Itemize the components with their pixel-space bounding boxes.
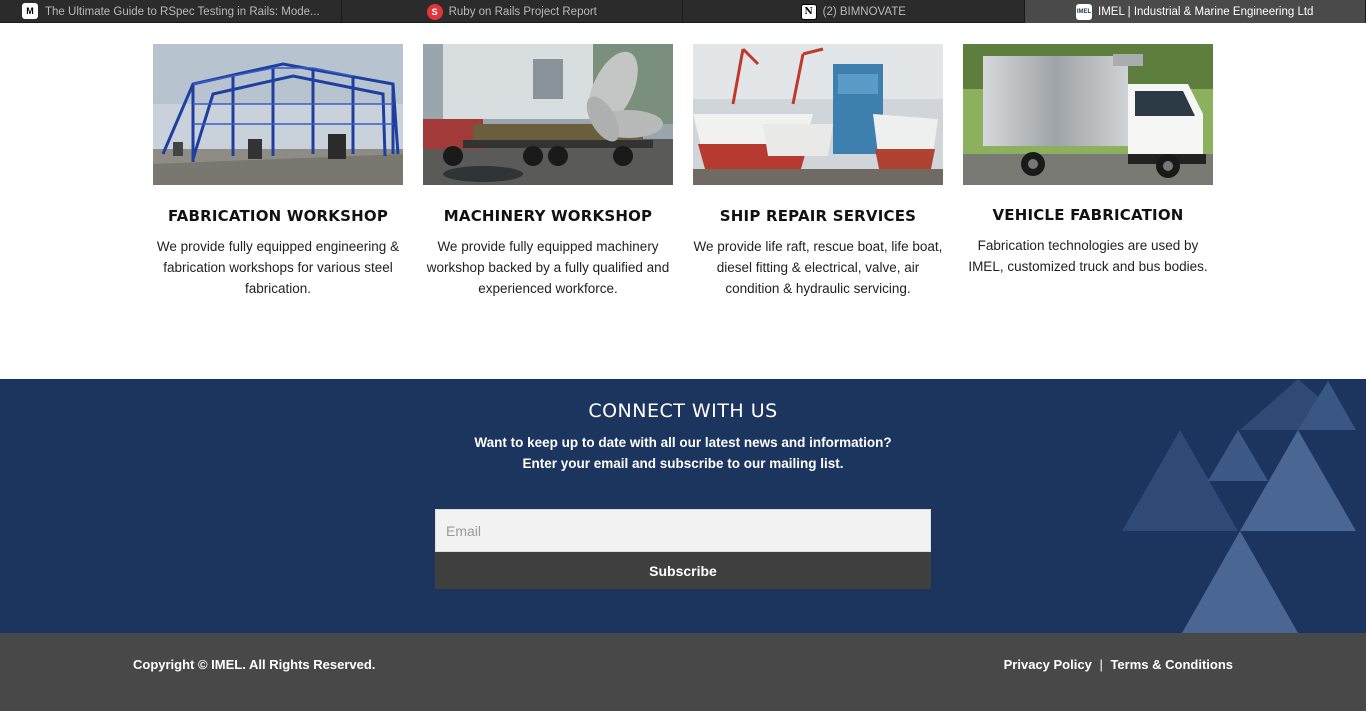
tab-label: IMEL | Industrial & Marine Engineering L…	[1098, 5, 1314, 18]
newsletter-section: CONNECT WITH US Want to keep up to date …	[0, 379, 1366, 633]
description-line: Want to keep up to date with all our lat…	[474, 435, 892, 450]
footer-links: Privacy Policy | Terms & Conditions	[1004, 657, 1233, 672]
terms-link[interactable]: Terms & Conditions	[1110, 657, 1233, 672]
tab-rails-report[interactable]: S Ruby on Rails Project Report	[342, 0, 683, 23]
tab-label: Ruby on Rails Project Report	[448, 5, 597, 18]
subscribe-button[interactable]: Subscribe	[435, 552, 931, 589]
box-truck-photo	[963, 44, 1213, 185]
service-title: VEHICLE FABRICATION	[992, 206, 1184, 224]
ship-propeller-truck-photo	[423, 44, 673, 185]
service-description: We provide fully equipped machinery work…	[426, 239, 670, 296]
service-title: FABRICATION WORKSHOP	[167, 207, 389, 225]
tab-bimnovate[interactable]: N (2) BIMNOVATE	[683, 0, 1025, 23]
service-card-ship-repair: SHIP REPAIR SERVICES We provide life raf…	[693, 44, 943, 299]
browser-tab-bar: M The Ultimate Guide to RSpec Testing in…	[0, 0, 1366, 23]
rails-favicon-icon: S	[426, 3, 443, 20]
service-title: MACHINERY WORKSHOP	[443, 207, 653, 225]
service-title: SHIP REPAIR SERVICES	[719, 207, 917, 225]
section-heading: CONNECT WITH US	[588, 400, 778, 422]
copyright-text: Copyright © IMEL. All Rights Reserved.	[133, 657, 376, 672]
service-description: We provide life raft, rescue boat, life …	[693, 239, 943, 296]
description-line: Enter your email and subscribe to our ma…	[522, 456, 844, 471]
service-description: We provide fully equipped engineering & …	[156, 239, 400, 296]
privacy-policy-link[interactable]: Privacy Policy	[1004, 657, 1092, 672]
medium-favicon-icon: M	[22, 3, 38, 19]
tab-label: (2) BIMNOVATE	[822, 5, 906, 18]
notion-favicon-icon: N	[800, 3, 817, 20]
service-description: Fabrication technologies are used by IME…	[968, 238, 1208, 274]
email-field[interactable]	[435, 509, 931, 552]
newsletter-description: Want to keep up to date with all our lat…	[0, 432, 1366, 474]
imel-favicon-icon: IMEL	[1076, 3, 1093, 20]
service-card-machinery: MACHINERY WORKSHOP We provide fully equi…	[423, 44, 673, 299]
link-separator: |	[1099, 657, 1103, 672]
tab-imel[interactable]: IMEL IMEL | Industrial & Marine Engineer…	[1024, 0, 1366, 23]
tab-rspec-guide[interactable]: M The Ultimate Guide to RSpec Testing in…	[0, 0, 342, 23]
steel-frame-building-photo	[153, 44, 403, 185]
site-footer: Copyright © IMEL. All Rights Reserved. P…	[0, 633, 1366, 711]
services-section: FABRICATION WORKSHOP We provide fully eq…	[0, 23, 1366, 379]
ships-drydock-photo	[693, 44, 943, 185]
service-card-vehicle: VEHICLE FABRICATION Fabrication technolo…	[963, 44, 1213, 277]
tab-label: The Ultimate Guide to RSpec Testing in R…	[45, 5, 320, 18]
service-card-fabrication: FABRICATION WORKSHOP We provide fully eq…	[153, 44, 403, 299]
